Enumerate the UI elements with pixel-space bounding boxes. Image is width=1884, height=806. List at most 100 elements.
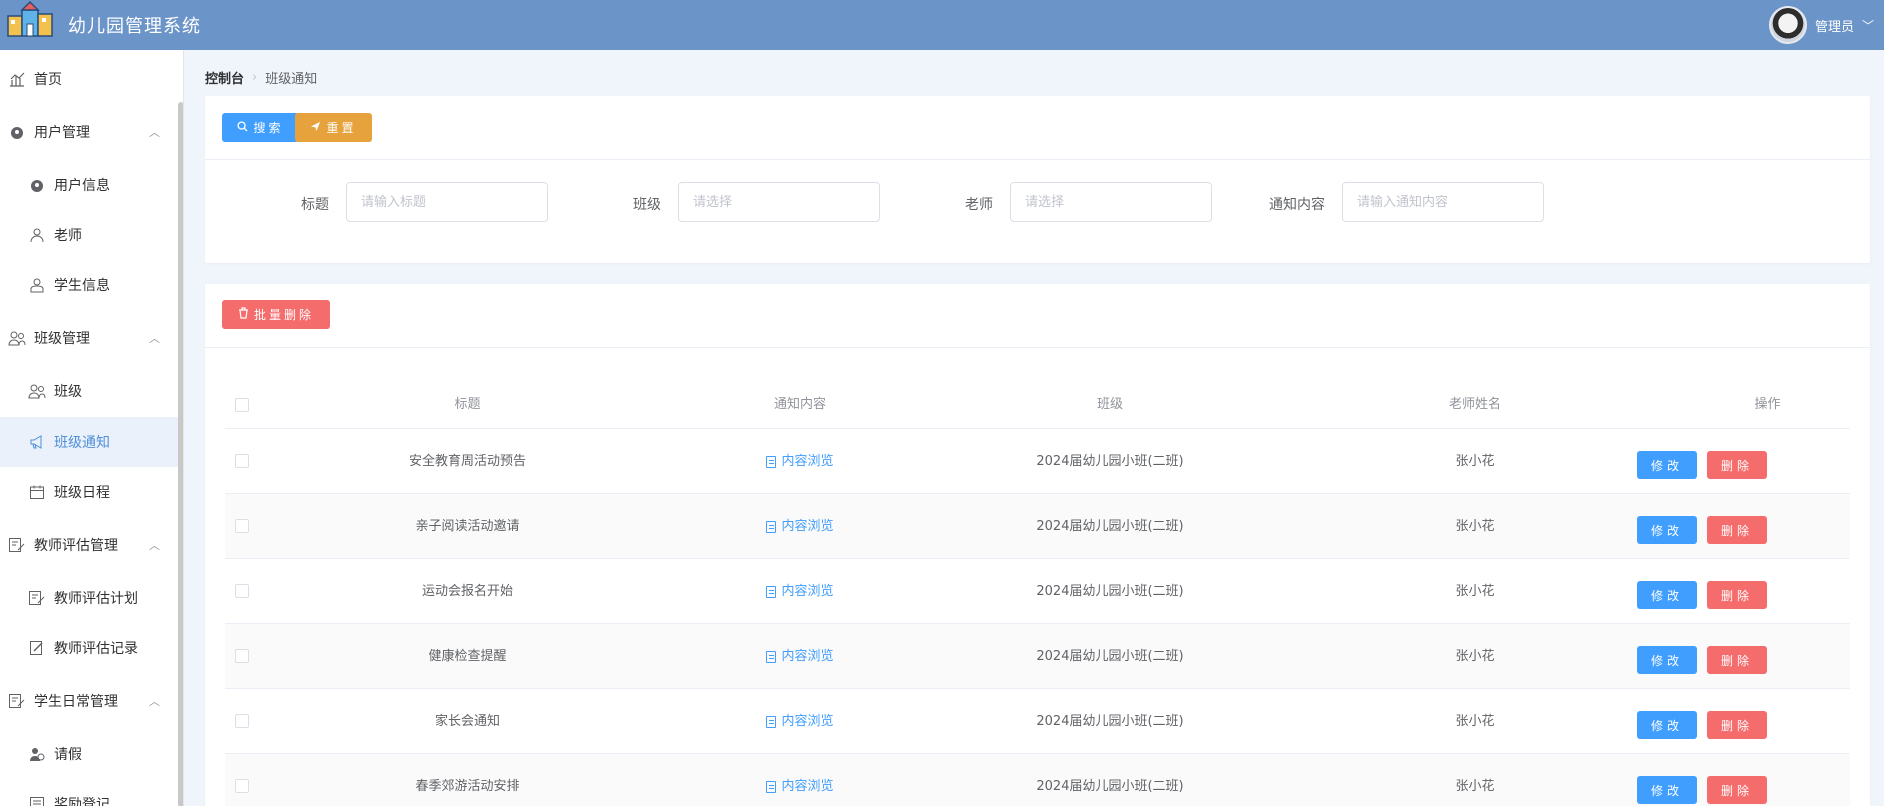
megaphone-icon: [28, 433, 46, 451]
row-checkbox[interactable]: [235, 779, 249, 793]
reset-button-label: 重置: [326, 121, 357, 135]
delete-button[interactable]: 删除: [1707, 581, 1767, 609]
breadcrumb: 控制台 › 班级通知: [205, 68, 317, 87]
table-card: 批量删除 标题 通知内容 班级 老师姓名 操作 安全教育周活动预告 内容浏览 202…: [205, 284, 1870, 806]
sidebar-item-leave[interactable]: 请假: [0, 729, 178, 779]
document-icon: [766, 520, 777, 533]
content-preview-label: 内容浏览: [781, 649, 834, 664]
content-preview-link[interactable]: 内容浏览: [766, 429, 834, 494]
content-filter-label: 通知内容: [1269, 197, 1325, 213]
sidebar-item-reward[interactable]: 奖励登记: [0, 779, 178, 806]
reset-button[interactable]: 重置: [295, 113, 372, 142]
search-card: 搜索 重置 标题 班级 老师 通知内容: [205, 96, 1870, 263]
cell-teacher: 张小花: [1455, 454, 1495, 469]
student-icon: [28, 276, 46, 294]
search-button[interactable]: 搜索: [222, 113, 299, 142]
cell-title: 春季郊游活动安排: [415, 779, 520, 794]
sidebar-group-class-management[interactable]: 班级管理 ︿: [0, 313, 178, 363]
user-menu[interactable]: 管理员 ﹀: [1768, 0, 1874, 50]
delete-button[interactable]: 删除: [1707, 646, 1767, 674]
user-badge-icon: [28, 176, 46, 194]
chevron-up-icon[interactable]: ︿: [149, 330, 160, 346]
sidebar-item-label: 请假: [54, 747, 82, 763]
row-checkbox[interactable]: [235, 649, 249, 663]
content-preview-link[interactable]: 内容浏览: [766, 494, 834, 559]
sidebar-item-student-info[interactable]: 学生信息: [0, 260, 178, 310]
delete-button[interactable]: 删除: [1707, 776, 1767, 804]
content-preview-link[interactable]: 内容浏览: [766, 559, 834, 624]
table-row: 家长会通知 内容浏览 2024届幼儿园小班(二班) 张小花 修改 删除: [225, 689, 1850, 754]
cell-content: 内容浏览: [645, 494, 955, 559]
sidebar-group-user-management[interactable]: 用户管理 ︿: [0, 107, 178, 157]
group-icon: [28, 382, 46, 400]
row-checkbox[interactable]: [235, 584, 249, 598]
avatar[interactable]: [1768, 6, 1807, 44]
register-icon: [28, 795, 46, 806]
content-preview-label: 内容浏览: [781, 454, 834, 469]
sidebar-item-label: 老师: [54, 228, 82, 244]
sidebar-item-evaluation-plan[interactable]: 教师评估计划: [0, 573, 178, 623]
column-header-title: 标题: [454, 397, 481, 412]
edit-button[interactable]: 修改: [1637, 581, 1697, 609]
select-all-checkbox[interactable]: [235, 398, 249, 412]
class-filter-select[interactable]: [678, 182, 880, 222]
sidebar-item-label: 用户信息: [54, 178, 110, 194]
row-checkbox[interactable]: [235, 519, 249, 533]
sidebar-item-class-schedule[interactable]: 班级日程: [0, 467, 178, 517]
user-name[interactable]: 管理员: [1815, 16, 1854, 35]
sidebar-group-teacher-evaluation[interactable]: 教师评估管理 ︿: [0, 520, 178, 570]
cell-title: 家长会通知: [434, 714, 500, 729]
cell-content: 内容浏览: [645, 559, 955, 624]
top-header: 幼儿园管理系统 管理员 ﹀: [0, 0, 1884, 50]
content-preview-link[interactable]: 内容浏览: [766, 754, 834, 806]
edit-doc-icon: [8, 536, 26, 554]
content-preview-link[interactable]: 内容浏览: [766, 624, 834, 689]
edit-button[interactable]: 修改: [1637, 711, 1697, 739]
edit-button[interactable]: 修改: [1637, 451, 1697, 479]
delete-button[interactable]: 删除: [1707, 451, 1767, 479]
sidebar-item-teacher[interactable]: 老师: [0, 210, 178, 260]
cell-title: 健康检查提醒: [428, 649, 507, 664]
cell-teacher: 张小花: [1455, 779, 1495, 794]
cell-class: 2024届幼儿园小班(二班): [1036, 779, 1184, 794]
pen-doc-icon: [28, 639, 46, 657]
cell-title: 亲子阅读活动邀请: [415, 519, 520, 534]
cell-teacher: 张小花: [1455, 714, 1495, 729]
cell-content: 内容浏览: [645, 754, 955, 806]
sidebar-item-label: 教师评估记录: [54, 641, 138, 657]
cell-class: 2024届幼儿园小班(二班): [1036, 519, 1184, 534]
content-filter-input[interactable]: [1342, 182, 1544, 222]
edit-button[interactable]: 修改: [1637, 516, 1697, 544]
row-checkbox[interactable]: [235, 454, 249, 468]
content-preview-label: 内容浏览: [781, 779, 834, 794]
sidebar-item-class[interactable]: 班级: [0, 366, 178, 416]
chart-icon: [8, 70, 26, 88]
edit-button[interactable]: 修改: [1637, 776, 1697, 804]
app-logo: [4, 0, 60, 50]
sidebar-item-home[interactable]: 首页: [0, 54, 178, 104]
sidebar-item-evaluation-record[interactable]: 教师评估记录: [0, 623, 178, 673]
teacher-filter-select[interactable]: [1010, 182, 1212, 222]
delete-button[interactable]: 删除: [1707, 711, 1767, 739]
chevron-down-icon[interactable]: ﹀: [1862, 17, 1874, 34]
content-preview-link[interactable]: 内容浏览: [766, 689, 834, 754]
sidebar-item-class-notice[interactable]: 班级通知: [0, 417, 178, 467]
chevron-up-icon[interactable]: ︿: [149, 537, 160, 553]
edit-doc-icon: [28, 589, 46, 607]
sidebar-item-label: 班级通知: [54, 435, 110, 451]
title-filter-input[interactable]: [346, 182, 548, 222]
sidebar-item-label: 班级日程: [54, 485, 110, 501]
sidebar-group-student-daily[interactable]: 学生日常管理 ︿: [0, 676, 178, 726]
chevron-up-icon[interactable]: ︿: [149, 693, 160, 709]
breadcrumb-home[interactable]: 控制台: [205, 68, 244, 87]
delete-button[interactable]: 删除: [1707, 516, 1767, 544]
cell-class: 2024届幼儿园小班(二班): [1036, 649, 1184, 664]
sidebar-item-label: 教师评估管理: [34, 538, 118, 554]
sidebar-item-user-info[interactable]: 用户信息: [0, 160, 178, 210]
cell-content: 内容浏览: [645, 689, 955, 754]
row-checkbox[interactable]: [235, 714, 249, 728]
batch-delete-button[interactable]: 批量删除: [222, 300, 330, 329]
edit-button[interactable]: 修改: [1637, 646, 1697, 674]
document-icon: [766, 585, 777, 598]
chevron-up-icon[interactable]: ︿: [149, 124, 160, 140]
